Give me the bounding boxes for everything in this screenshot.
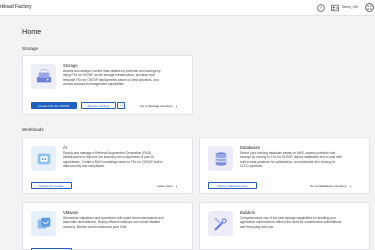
ai-icon: [31, 146, 56, 171]
section-title-storage: Storage: [22, 46, 39, 51]
storage-icon: [31, 64, 56, 89]
deploy-database-host-button[interactable]: Deploy database host: [208, 182, 257, 189]
user-name[interactable]: Demo_CM: [342, 5, 358, 9]
databases-inventory-link[interactable]: Go to Databases inventory: [310, 184, 352, 188]
builders-card: Builders Comprehensive use of the best s…: [199, 202, 370, 250]
ai-learn-more-link[interactable]: Learn more: [157, 184, 178, 188]
top-bar: rkload Factory ? Demo_CM: [0, 0, 375, 16]
ai-card-description: Deploy and manage a Retrieval Augmented …: [63, 151, 163, 169]
vmware-card: VMware Streamline migrations and operati…: [22, 202, 193, 250]
databases-card: Databases Detect your existing database …: [199, 137, 370, 194]
vmware-card-title: VMware: [63, 210, 79, 215]
apps-icon[interactable]: [365, 3, 374, 12]
databases-card-title: Databases: [240, 145, 261, 150]
chevron-down-icon: [119, 104, 123, 107]
storage-inventory-link[interactable]: Go to Storage inventory: [140, 104, 178, 108]
builders-card-description: Comprehensive use of the best storage ca…: [240, 216, 342, 229]
builders-card-title: Builders: [240, 210, 256, 215]
storage-card-title: Storage: [63, 63, 78, 68]
chevron-right-icon: [175, 104, 178, 108]
databases-inventory-label: Go to Databases inventory: [310, 184, 347, 188]
deploy-manage-button[interactable]: Deploy & manage: [31, 182, 72, 189]
storage-card: Storage Assess and analyze current data …: [22, 55, 193, 115]
databases-card-description: Detect your existing database estate on …: [240, 151, 342, 169]
create-fsx-button[interactable]: Create FSx for ONTAP: [31, 102, 77, 109]
svg-text:?: ?: [319, 5, 322, 10]
explore-savings-button[interactable]: Explore savings: [81, 102, 116, 109]
ai-card-title: AI: [63, 145, 67, 150]
help-icon[interactable]: ?: [316, 3, 325, 12]
chevron-right-icon: [175, 184, 178, 188]
page-title: Home: [22, 27, 42, 36]
builders-icon: [208, 211, 233, 236]
ai-learn-more-label: Learn more: [157, 184, 173, 188]
user-icon[interactable]: [331, 3, 339, 12]
vmware-icon: [31, 211, 56, 236]
app-title: rkload Factory: [0, 4, 32, 10]
vmware-card-description: Streamline migrations and operations wit…: [63, 216, 164, 229]
databases-icon: [208, 146, 233, 171]
ai-card: AI Deploy and manage a Retrieval Augment…: [22, 137, 193, 194]
storage-inventory-link-label: Go to Storage inventory: [140, 104, 173, 108]
explore-savings-dropdown[interactable]: [117, 102, 125, 109]
storage-card-description: Assess and analyze current data estates …: [63, 69, 161, 87]
section-title-workloads: Workloads: [22, 127, 44, 132]
chevron-right-icon: [349, 184, 351, 188]
